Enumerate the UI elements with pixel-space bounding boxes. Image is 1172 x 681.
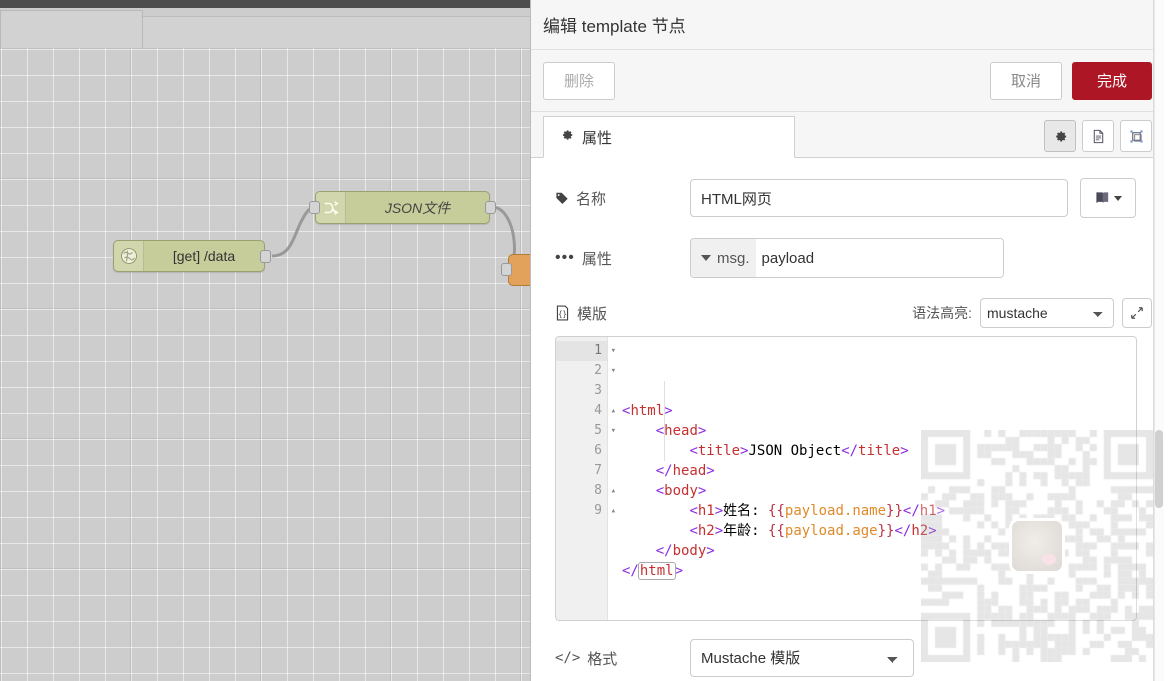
- code-line: <head>: [655, 423, 707, 439]
- format-label-group: </> 格式: [555, 648, 690, 669]
- node-input-port[interactable]: [501, 263, 512, 276]
- indent-guide: [664, 381, 665, 461]
- name-label-group: 名称: [555, 188, 690, 209]
- name-label: 名称: [576, 190, 607, 208]
- chevron-down-icon: [701, 255, 711, 261]
- code-line: <title>JSON Object</title>: [689, 443, 909, 459]
- tag-icon: [556, 192, 568, 205]
- row-property: ••• 属性 msg.: [555, 238, 1152, 278]
- ellipsis-icon: •••: [555, 249, 575, 266]
- book-icon: [1096, 191, 1109, 203]
- property-field[interactable]: msg.: [690, 238, 1004, 278]
- code-editor[interactable]: 1 ▾ 2 ▾ 3 4 ▴ 5 ▾ 6 7 8 ▴ 9 ▴ <html> <head> <t…: [555, 336, 1137, 621]
- code-line: <h2>年龄: {{payload.age}}</h2>: [689, 523, 937, 539]
- code-line: <html>: [622, 403, 673, 419]
- node-output-port[interactable]: [260, 250, 271, 263]
- gutter-line: 7: [556, 461, 607, 481]
- flow-canvas[interactable]: [get] /data JSON文件: [0, 8, 530, 681]
- expand-editor-button[interactable]: [1122, 298, 1152, 328]
- node-output-port[interactable]: [485, 201, 496, 214]
- flow-wires: [271, 205, 517, 271]
- panel-tab-icons: [1044, 120, 1152, 152]
- edit-node-panel: 编辑 template 节点 删除 取消 完成 属性 名称 HTML网页 •••…: [530, 0, 1164, 681]
- property-type-selector[interactable]: msg.: [691, 239, 756, 277]
- name-input[interactable]: [690, 179, 1068, 217]
- code-line: </body>: [655, 543, 715, 559]
- gutter-line: 2 ▾: [556, 361, 616, 381]
- code-line: </head>: [655, 463, 715, 479]
- syntax-select[interactable]: mustache: [980, 298, 1114, 328]
- line-number: 6: [594, 443, 602, 458]
- template-label: 模版: [577, 305, 608, 323]
- gear-icon-button[interactable]: [1044, 120, 1076, 152]
- panel-scrollbar-track[interactable]: [1154, 0, 1164, 681]
- format-label: 格式: [587, 650, 618, 668]
- done-button[interactable]: 完成: [1072, 61, 1152, 100]
- appearance-icon: [1129, 129, 1143, 143]
- line-number: 5: [594, 423, 602, 438]
- document-icon: [1093, 129, 1103, 143]
- property-label-group: ••• 属性: [555, 248, 690, 269]
- gear-icon: [560, 128, 574, 146]
- editor-gutter: 1 ▾ 2 ▾ 3 4 ▴ 5 ▾ 6 7 8 ▴ 9 ▴: [556, 337, 616, 620]
- line-number: 8: [594, 483, 602, 498]
- svg-text:{}: {}: [558, 310, 567, 319]
- tab-properties[interactable]: 属性: [543, 116, 795, 158]
- tab-properties-label: 属性: [582, 129, 613, 147]
- appearance-icon-button[interactable]: [1120, 120, 1152, 152]
- window-top-strip: [0, 0, 530, 8]
- line-number: 9: [594, 503, 602, 518]
- code-line: <h1>姓名: {{payload.name}}</h1>: [689, 503, 946, 519]
- syntax-label: 语法高亮:: [912, 305, 972, 321]
- line-number: 3: [594, 383, 602, 398]
- gutter-line: 4 ▴: [556, 401, 616, 421]
- panel-toolbar: 删除 取消 完成: [531, 50, 1164, 112]
- globe-icon: [114, 241, 144, 271]
- delete-button[interactable]: 删除: [543, 61, 615, 100]
- code-line: <body>: [655, 483, 707, 499]
- shuffle-icon: [316, 192, 346, 223]
- row-format: </> 格式 Mustache 模版: [555, 639, 1152, 677]
- line-number: 4: [594, 403, 602, 418]
- property-value-input[interactable]: [755, 239, 1003, 277]
- flow-node-label: JSON文件: [384, 199, 451, 216]
- editor-code-content[interactable]: <html> <head> <title>JSON Object</title>…: [608, 337, 1136, 620]
- gear-icon: [1055, 131, 1066, 141]
- gutter-line: 5 ▾: [556, 421, 616, 441]
- properties-form: 名称 ••• 属性: [531, 158, 1164, 677]
- gutter-line: 1 ▾: [556, 341, 616, 361]
- line-number: 1: [594, 343, 602, 358]
- code-brackets-icon: </>: [555, 650, 581, 666]
- line-number: 2: [594, 363, 602, 378]
- app-root: [get] /data JSON文件 编辑 template 节点 删除 取消 …: [0, 0, 1172, 681]
- property-label: 属性: [581, 250, 612, 268]
- flow-node-json[interactable]: JSON文件: [309, 191, 496, 224]
- gutter-line: 3: [556, 381, 607, 401]
- document-icon-button[interactable]: [1082, 120, 1114, 152]
- template-label-group: {} 模版: [555, 303, 607, 324]
- chevron-down-icon: [1114, 195, 1122, 201]
- flow-node-http-in[interactable]: [get] /data: [113, 240, 271, 272]
- gutter-line: 9 ▴: [556, 501, 616, 521]
- file-code-icon: {}: [556, 305, 569, 321]
- row-name: 名称: [555, 178, 1152, 218]
- node-input-port[interactable]: [309, 201, 320, 214]
- flow-node-label: [get] /data: [172, 248, 236, 264]
- property-prefix: msg.: [717, 249, 750, 267]
- template-header: {} 模版 语法高亮: mustache: [555, 298, 1152, 328]
- line-number: 7: [594, 463, 602, 478]
- cancel-button[interactable]: 取消: [990, 61, 1062, 100]
- panel-tabs-row: 属性: [531, 112, 1164, 158]
- library-button[interactable]: [1080, 178, 1136, 218]
- syntax-controls: 语法高亮: mustache: [912, 298, 1152, 328]
- format-select[interactable]: Mustache 模版: [690, 639, 914, 677]
- panel-title: 编辑 template 节点: [531, 0, 1164, 50]
- gutter-line: 8 ▴: [556, 481, 616, 501]
- expand-icon: [1131, 307, 1143, 319]
- gutter-line: 6: [556, 441, 607, 461]
- code-line: </html>: [622, 562, 684, 580]
- panel-scrollbar-thumb[interactable]: [1155, 430, 1163, 508]
